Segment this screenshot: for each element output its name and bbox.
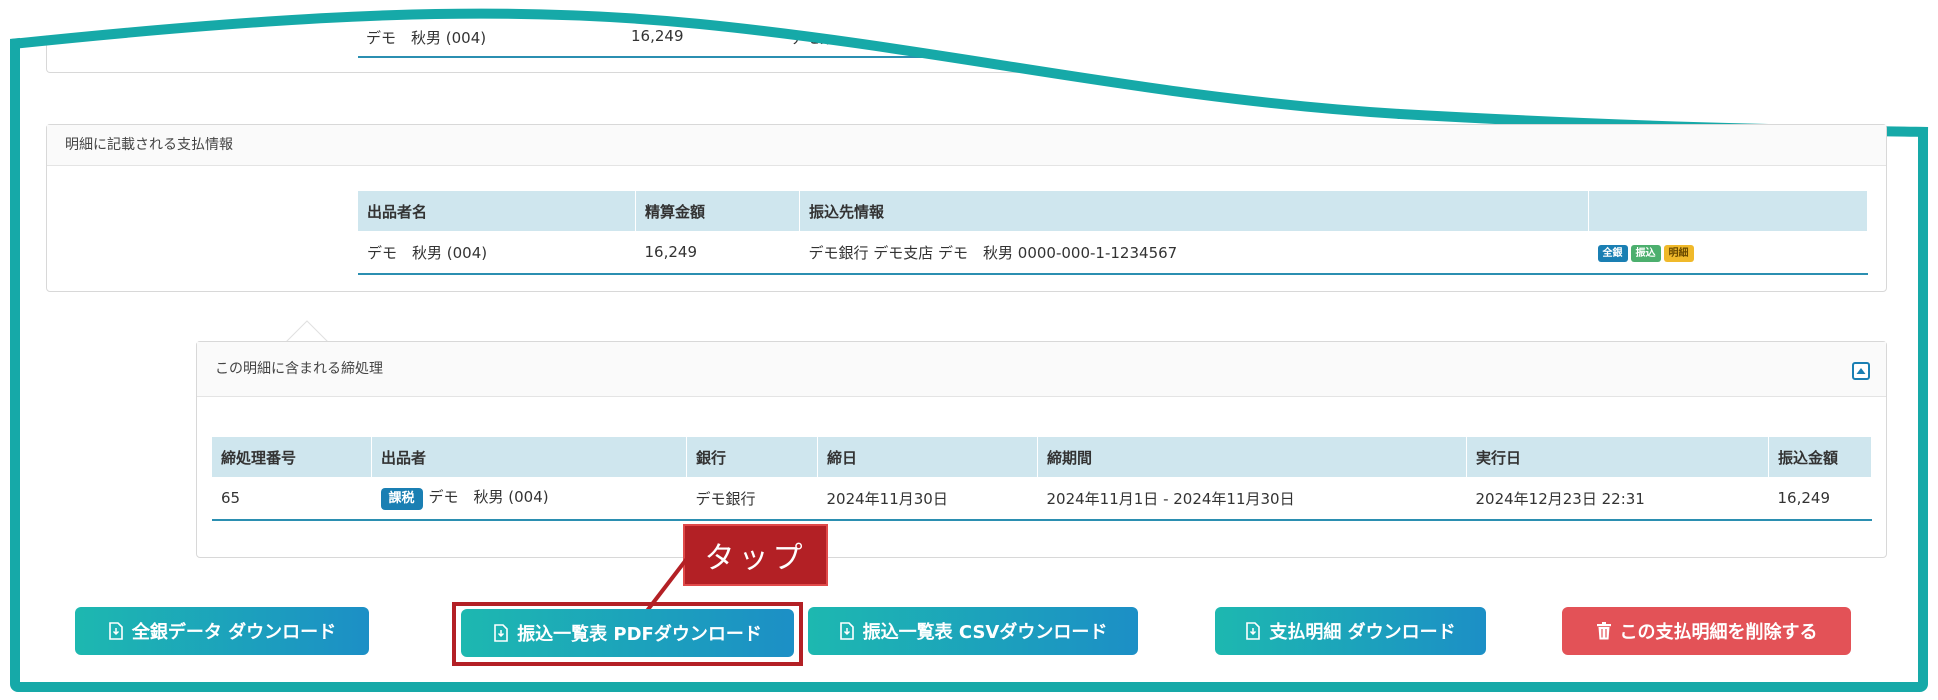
collapse-icon[interactable] bbox=[1852, 362, 1870, 380]
payment-info-title: 明細に記載される支払情報 bbox=[47, 125, 1886, 166]
col-closing-number: 締処理番号 bbox=[212, 437, 372, 477]
csv-download-label: 振込一覧表 CSVダウンロード bbox=[862, 622, 1108, 643]
col-bank-info: 振込先情報 bbox=[799, 191, 1589, 231]
closing-title: この明細に含まれる締処理 bbox=[197, 342, 1886, 397]
closing-bank: デモ銀行 bbox=[686, 477, 818, 521]
closing-period: 2024年11月1日 - 2024年11月30日 bbox=[1037, 477, 1467, 521]
statement-download-label: 支払明細 ダウンロード bbox=[1269, 622, 1456, 643]
closing-amount: 16,249 bbox=[1768, 477, 1872, 521]
top-panel-edge bbox=[46, 10, 1888, 73]
document-download-icon bbox=[839, 622, 854, 640]
zengin-download-button[interactable]: 全銀データ ダウンロード bbox=[75, 607, 369, 655]
closing-exec-date: 2024年12月23日 22:31 bbox=[1466, 477, 1769, 521]
badge-transfer: 振込 bbox=[1630, 245, 1661, 262]
payment-info-panel: 明細に記載される支払情報 出品者名 精算金額 振込先情報 デモ 秋男 (004)… bbox=[46, 124, 1887, 292]
tax-badge: 課税 bbox=[380, 488, 423, 510]
closing-seller-cell: 課税 デモ 秋男 (004) bbox=[371, 477, 687, 521]
col-exec-date: 実行日 bbox=[1466, 437, 1769, 477]
document-download-icon bbox=[1246, 622, 1261, 640]
col-badges bbox=[1588, 191, 1868, 231]
panel-pointer bbox=[286, 320, 328, 342]
payment-info-table: 出品者名 精算金額 振込先情報 デモ 秋男 (004) 16,249 デモ銀行 … bbox=[358, 191, 1868, 275]
table-row: デモ 秋男 (004) 16,249 デモ銀行 デモ支店 デモ 秋男 0000-… bbox=[358, 231, 1868, 275]
badge-zengin: 全銀 bbox=[1597, 245, 1628, 262]
col-seller: 出品者 bbox=[371, 437, 687, 477]
col-bank: 銀行 bbox=[686, 437, 818, 477]
closing-seller: デモ 秋男 (004) bbox=[428, 488, 549, 506]
table-row: 65 課税 デモ 秋男 (004) デモ銀行 2024年11月30日 2024年1… bbox=[212, 477, 1872, 521]
delete-statement-button[interactable]: この支払明細を削除する bbox=[1562, 607, 1851, 655]
statement-download-button[interactable]: 支払明細 ダウンロード bbox=[1215, 607, 1486, 655]
col-seller-name: 出品者名 bbox=[358, 191, 636, 231]
zengin-download-label: 全銀データ ダウンロード bbox=[131, 622, 337, 643]
delete-statement-label: この支払明細を削除する bbox=[1619, 622, 1818, 643]
tap-callout: タップ bbox=[683, 524, 828, 586]
csv-download-button[interactable]: 振込一覧表 CSVダウンロード bbox=[808, 607, 1138, 655]
settle-amount: 16,249 bbox=[635, 231, 800, 275]
bank-info: デモ銀行 デモ支店 デモ 秋男 0000-000-1-1234567 bbox=[799, 231, 1589, 275]
badge-group: 全銀 振込 明細 bbox=[1588, 231, 1868, 275]
closing-table: 締処理番号 出品者 銀行 締日 締期間 実行日 振込金額 65 課税 デモ 秋男 … bbox=[212, 437, 1872, 521]
col-settle-amount: 精算金額 bbox=[635, 191, 800, 231]
closing-panel: この明細に含まれる締処理 締処理番号 出品者 銀行 締日 締期間 実行日 振込金… bbox=[196, 341, 1887, 558]
document-download-icon bbox=[109, 622, 123, 640]
badge-statement: 明細 bbox=[1663, 245, 1694, 262]
col-transfer-amount: 振込金額 bbox=[1768, 437, 1872, 477]
closing-number: 65 bbox=[212, 477, 372, 521]
seller-name: デモ 秋男 (004) bbox=[358, 231, 636, 275]
trash-icon bbox=[1596, 622, 1611, 640]
tap-highlight-box bbox=[452, 602, 803, 666]
col-close-date: 締日 bbox=[817, 437, 1038, 477]
closing-close-date: 2024年11月30日 bbox=[817, 477, 1038, 521]
col-period: 締期間 bbox=[1037, 437, 1467, 477]
